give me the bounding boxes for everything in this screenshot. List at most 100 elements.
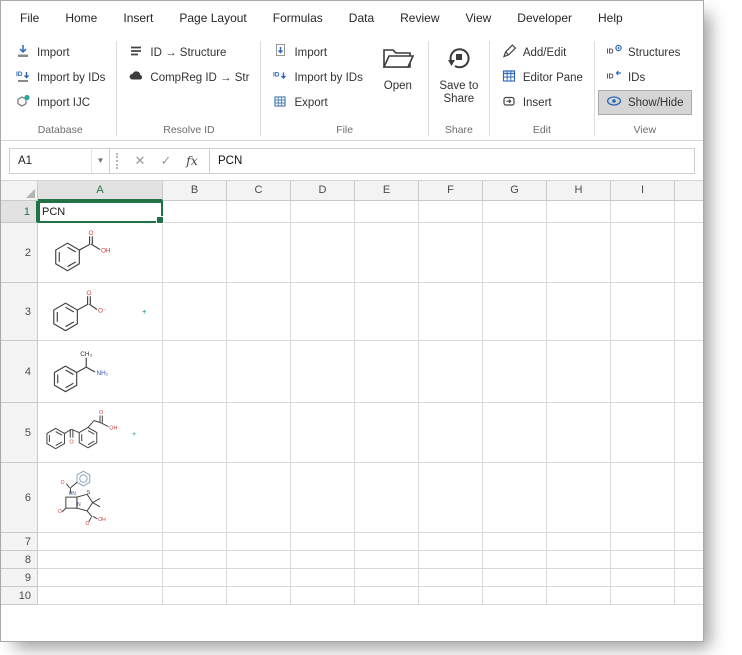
ids-toggle-button[interactable]: ID IDs [598,65,692,90]
cell[interactable] [419,283,483,341]
cell[interactable] [675,463,703,533]
cell[interactable] [483,201,547,223]
cell-A6-structure[interactable]: O HN O N S O OH [38,463,163,533]
cell[interactable] [291,533,355,551]
cell[interactable] [227,533,291,551]
cell[interactable] [227,403,291,463]
cell[interactable] [675,587,703,605]
cell[interactable] [163,463,227,533]
column-header-E[interactable]: E [355,181,419,201]
cell[interactable] [163,223,227,283]
cell[interactable] [547,569,611,587]
cell[interactable] [547,463,611,533]
compreg-id-to-str-button[interactable]: CompReg ID → Str [120,65,257,90]
cell[interactable] [227,551,291,569]
insert-function-button[interactable]: fx [179,149,205,173]
cell-A3-structure[interactable]: O O⁻ + [38,283,163,341]
cell[interactable] [611,283,675,341]
cell[interactable] [483,403,547,463]
cell[interactable] [483,551,547,569]
db-import-by-ids-button[interactable]: ID Import by IDs [7,65,113,90]
cell-A1-selected[interactable]: PCN [38,201,163,223]
cell[interactable] [38,533,163,551]
cell[interactable] [291,551,355,569]
cell[interactable] [547,223,611,283]
select-all-corner[interactable] [1,181,38,201]
cell[interactable] [227,463,291,533]
cell[interactable] [611,223,675,283]
cell[interactable] [483,463,547,533]
cell[interactable] [291,587,355,605]
cell[interactable] [611,341,675,403]
tab-help[interactable]: Help [585,1,636,35]
cell[interactable] [483,283,547,341]
add-edit-button[interactable]: Add/Edit [493,40,591,65]
cell[interactable] [291,341,355,403]
cell[interactable] [355,463,419,533]
cell[interactable] [291,403,355,463]
cell[interactable] [483,569,547,587]
cell[interactable] [227,283,291,341]
cell[interactable] [675,283,703,341]
cell[interactable] [675,569,703,587]
cell-A4-structure[interactable]: CH₃ NH₂ [38,341,163,403]
enter-button[interactable]: ✓ [153,149,179,173]
db-import-button[interactable]: Import [7,40,113,65]
cell[interactable] [227,587,291,605]
cell[interactable] [675,201,703,223]
cell[interactable] [227,569,291,587]
cell[interactable] [38,569,163,587]
column-header-A[interactable]: A [38,181,163,201]
cell[interactable] [355,551,419,569]
cell[interactable] [483,587,547,605]
file-import-by-ids-button[interactable]: ID Import by IDs [264,65,370,90]
file-export-button[interactable]: Export [264,90,370,115]
cell[interactable] [419,463,483,533]
cell[interactable] [675,551,703,569]
cell[interactable] [675,223,703,283]
cell[interactable] [419,223,483,283]
cell[interactable] [227,341,291,403]
cell[interactable] [611,587,675,605]
tab-file[interactable]: File [7,1,52,35]
cell[interactable] [163,569,227,587]
tab-formulas[interactable]: Formulas [260,1,336,35]
cell[interactable] [38,587,163,605]
cell[interactable] [419,587,483,605]
cell[interactable] [675,403,703,463]
column-header-C[interactable]: C [227,181,291,201]
row-header-5[interactable]: 5 [1,403,38,463]
cell[interactable] [483,341,547,403]
insert-button[interactable]: Insert [493,90,591,115]
tab-home[interactable]: Home [52,1,110,35]
cell[interactable] [355,533,419,551]
cell[interactable] [419,341,483,403]
cell[interactable] [163,403,227,463]
formula-input[interactable]: PCN [210,149,694,173]
column-header-H[interactable]: H [547,181,611,201]
row-header-4[interactable]: 4 [1,341,38,403]
cell-A2-structure[interactable]: O OH [38,223,163,283]
cell[interactable] [611,569,675,587]
save-to-share-button[interactable]: Save to Share [432,37,486,108]
cancel-button[interactable]: ✕ [127,149,153,173]
tab-view[interactable]: View [453,1,505,35]
cell[interactable] [611,533,675,551]
tab-developer[interactable]: Developer [504,1,585,35]
cell[interactable] [419,533,483,551]
column-header-G[interactable]: G [483,181,547,201]
cell[interactable] [163,551,227,569]
cell[interactable] [611,403,675,463]
cell[interactable] [227,201,291,223]
cell[interactable] [547,201,611,223]
cell[interactable] [163,587,227,605]
cell[interactable] [547,283,611,341]
column-header-F[interactable]: F [419,181,483,201]
cell[interactable] [355,201,419,223]
row-header-1[interactable]: 1 [1,201,38,223]
cell[interactable] [419,551,483,569]
name-box-dropdown-icon[interactable]: ▼ [91,149,109,173]
db-import-ijc-button[interactable]: Import IJC [7,90,113,115]
cell[interactable] [291,201,355,223]
cell[interactable] [291,223,355,283]
